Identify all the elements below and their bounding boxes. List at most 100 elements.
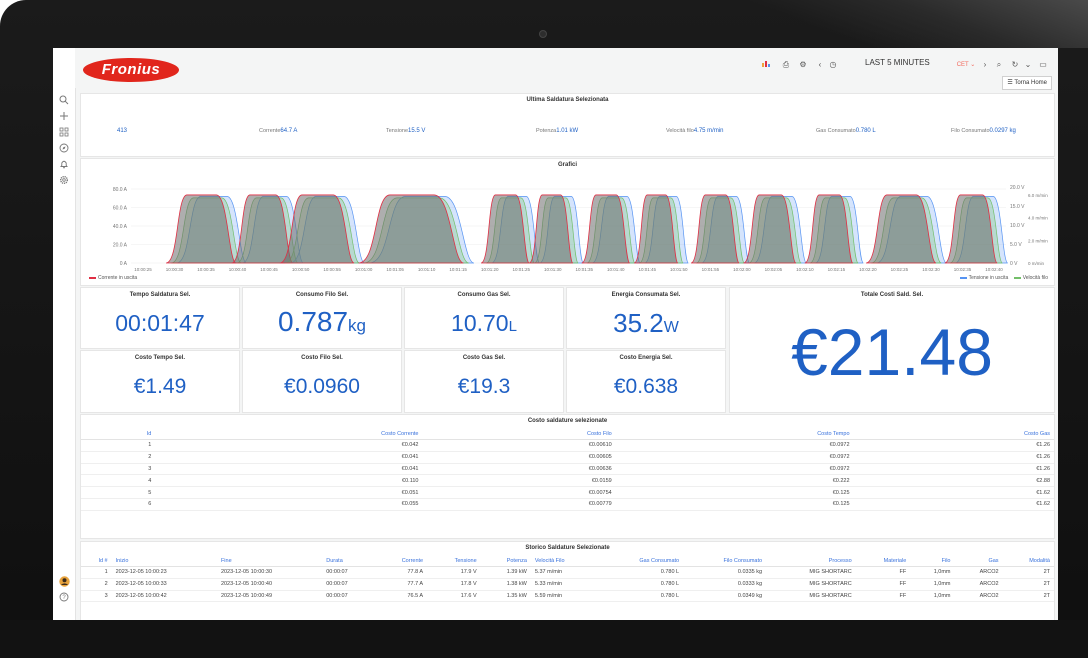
column-header[interactable]: Id # bbox=[81, 556, 112, 567]
legend-corrente[interactable]: Corrente in uscita bbox=[89, 275, 137, 281]
chevron-right-icon[interactable]: › bbox=[980, 58, 990, 72]
gear-icon[interactable] bbox=[57, 175, 71, 189]
table-row[interactable]: 2 2023-12-05 10:00:33 2023-12-05 10:00:40 0… bbox=[81, 578, 1054, 591]
timezone-badge[interactable]: CET ⌄ bbox=[955, 58, 977, 72]
column-header[interactable]: Id bbox=[81, 429, 156, 440]
table-cell: 1 bbox=[81, 439, 156, 452]
home-button[interactable]: ☰ Torna Home bbox=[1002, 76, 1052, 90]
x-tick-label: 10:01:40 bbox=[607, 267, 625, 272]
table-cell: 1.35 kW bbox=[480, 590, 531, 603]
column-header[interactable]: Costo Tempo bbox=[615, 429, 854, 440]
time-range-label: LAST 5 MINUTES bbox=[865, 58, 930, 67]
refresh-icon[interactable]: ↻ bbox=[1009, 58, 1021, 72]
table-cell: 0.0335 kg bbox=[683, 566, 767, 579]
dashboard-screen: ? Fronius ⎙ ⚙ ‹ ◷ LAST 5 MINUTES CET ⌄ ›… bbox=[53, 48, 1058, 620]
bar-chart-add-icon[interactable] bbox=[760, 58, 774, 72]
table-cell: 1,0mm bbox=[910, 590, 955, 603]
table-cell: 2023-12-05 10:00:40 bbox=[216, 578, 323, 591]
legend-right[interactable]: Tensione in uscita Velocità filo bbox=[959, 275, 1048, 281]
column-header[interactable]: Gas Consumato bbox=[598, 556, 684, 567]
table-cell: 00:00:07 bbox=[322, 590, 375, 603]
column-header[interactable]: Modalità bbox=[1002, 556, 1054, 567]
bell-icon[interactable] bbox=[57, 159, 71, 173]
history-table: Id # Inizio Fine Durata Corrente Tensione Pote… bbox=[81, 556, 1054, 603]
table-cell: 76.5 A bbox=[374, 590, 428, 603]
column-header[interactable]: Materiale bbox=[855, 556, 911, 567]
avatar-icon[interactable] bbox=[57, 576, 71, 590]
x-tick-label: 10:01:45 bbox=[639, 267, 657, 272]
velocita-stat: Velocità filo4.75 m/min bbox=[666, 128, 724, 134]
help-icon[interactable]: ? bbox=[57, 592, 71, 606]
fronius-logo: Fronius bbox=[83, 58, 179, 82]
table-row[interactable]: 1 €0.042 €0.00610 €0.0972 €1.26 bbox=[81, 439, 1054, 452]
x-tick-label: 10:02:10 bbox=[796, 267, 814, 272]
table-cell: FF bbox=[855, 578, 911, 591]
table-cell: 77.7 A bbox=[374, 578, 428, 591]
column-header[interactable]: Velocità Filo bbox=[530, 556, 599, 567]
column-header[interactable]: Inizio bbox=[111, 556, 217, 567]
table-cell: €1.26 bbox=[853, 463, 1054, 476]
column-header[interactable]: Costo Filo bbox=[422, 429, 616, 440]
weld-id: 413 bbox=[117, 128, 128, 134]
clock-icon[interactable]: ◷ bbox=[827, 58, 839, 72]
x-tick-label: 10:01:35 bbox=[575, 267, 593, 272]
table-row[interactable]: 3 2023-12-05 10:00:42 2023-12-05 10:00:49 0… bbox=[81, 590, 1054, 603]
table-cell: ARCO2 bbox=[954, 566, 1003, 579]
y-left-tick-label: 80.0 A bbox=[113, 187, 128, 193]
zoom-out-icon[interactable]: ⌕ bbox=[993, 58, 1005, 72]
table-row[interactable]: 4 €0.110 €0.0159 €0.222 €2.88 bbox=[81, 474, 1054, 488]
search-icon[interactable] bbox=[57, 95, 71, 109]
stat-consumo-filo: Consumo Filo Sel. 0.787kg bbox=[242, 287, 402, 349]
table-row[interactable]: 5 €0.051 €0.00754 €0.125 €1.62 bbox=[81, 486, 1054, 499]
panel-title: Costo saldature selezionate bbox=[527, 418, 608, 424]
table-cell: ARCO2 bbox=[954, 590, 1003, 603]
column-header[interactable]: Fine bbox=[216, 556, 323, 567]
table-cell: 2T bbox=[1002, 578, 1054, 591]
table-cell: 00:00:07 bbox=[322, 566, 375, 579]
column-header[interactable]: Potenza bbox=[480, 556, 531, 567]
chevron-left-icon[interactable]: ‹ bbox=[815, 58, 825, 72]
table-cell: 0.0333 kg bbox=[683, 578, 767, 591]
corrente-stat: Corrente64.7 A bbox=[259, 128, 298, 134]
time-range-picker[interactable]: LAST 5 MINUTES bbox=[865, 58, 930, 67]
explore-icon[interactable] bbox=[57, 143, 71, 157]
table-cell: 0.780 L bbox=[598, 566, 684, 579]
tv-icon[interactable]: ▭ bbox=[1037, 58, 1049, 72]
column-header[interactable]: Filo Consumato bbox=[683, 556, 767, 567]
tensione-stat: Tensione15.5 V bbox=[386, 128, 426, 134]
table-cell: 4 bbox=[81, 474, 156, 488]
dashboards-icon[interactable] bbox=[57, 127, 71, 141]
column-header[interactable]: Durata bbox=[322, 556, 375, 567]
column-header[interactable]: Costo Corrente bbox=[155, 429, 423, 440]
column-header[interactable]: Processo bbox=[766, 556, 856, 567]
plus-icon[interactable] bbox=[57, 111, 71, 125]
table-row[interactable]: 6 €0.055 €0.00779 €0.125 €1.62 bbox=[81, 498, 1054, 511]
chevron-down-icon[interactable]: ⌄ bbox=[1023, 58, 1033, 72]
column-header[interactable]: Corrente bbox=[374, 556, 428, 567]
column-header[interactable]: Filo bbox=[910, 556, 955, 567]
table-row[interactable]: 1 2023-12-05 10:00:23 2023-12-05 10:00:30 0… bbox=[81, 566, 1054, 579]
table-row[interactable]: 3 €0.041 €0.00636 €0.0972 €1.26 bbox=[81, 463, 1054, 476]
table-cell: 0.780 L bbox=[598, 578, 684, 591]
potenza-stat: Potenza1.01 kW bbox=[536, 128, 579, 134]
table-cell: 0.780 L bbox=[598, 590, 684, 603]
stat-energia: Energia Consumata Sel. 35.2W bbox=[566, 287, 726, 349]
history-table-panel: Storico Saldature Selezionate Id # Inizio… bbox=[80, 541, 1055, 620]
table-cell: ARCO2 bbox=[954, 578, 1003, 591]
table-cell: 1.39 kW bbox=[480, 566, 531, 579]
x-tick-label: 10:01:15 bbox=[449, 267, 467, 272]
table-row[interactable]: 2 €0.041 €0.00605 €0.0972 €1.26 bbox=[81, 451, 1054, 464]
table-cell: €1.26 bbox=[853, 439, 1054, 452]
welding-chart[interactable]: 80.0 A 60.0 A 40.0 A 20.0 A 0 A 20.0 V 15.0 V 1… bbox=[81, 159, 1054, 285]
x-tick-label: 10:00:55 bbox=[323, 267, 341, 272]
y-right-speed-tick-label: 0 m/min bbox=[1028, 261, 1045, 266]
x-tick-label: 10:02:35 bbox=[954, 267, 972, 272]
table-cell: €0.125 bbox=[615, 498, 854, 511]
settings-icon[interactable]: ⚙ bbox=[797, 58, 809, 72]
save-icon[interactable]: ⎙ bbox=[780, 58, 792, 72]
column-header[interactable]: Gas bbox=[954, 556, 1003, 567]
table-cell: €0.041 bbox=[155, 451, 423, 464]
panel-title: Ultima Saldatura Selezionata bbox=[526, 97, 609, 103]
column-header[interactable]: Costo Gas bbox=[853, 429, 1054, 440]
column-header[interactable]: Tensione bbox=[427, 556, 481, 567]
